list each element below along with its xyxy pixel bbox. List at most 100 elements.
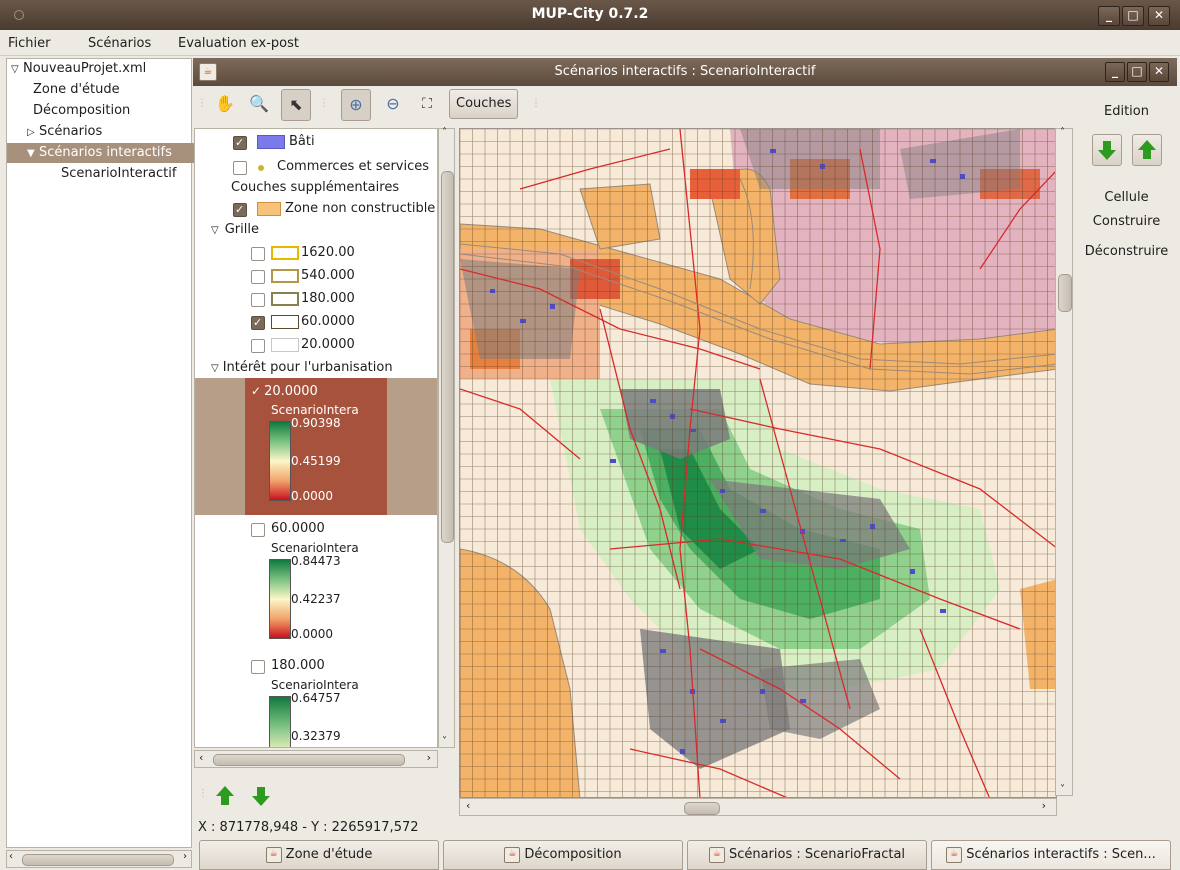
grid-item-1620[interactable]: 1620.00 [195,242,435,264]
tree-item-decomposition[interactable]: Décomposition [33,101,130,121]
green-down-arrow-icon [1098,140,1116,160]
scroll-thumb[interactable] [22,854,174,866]
scroll-right-icon[interactable]: › [1042,799,1046,812]
scroll-thumb[interactable] [213,754,405,766]
commerces-checkbox[interactable] [233,161,247,175]
zoom-lens-icon[interactable]: 🔍 [245,89,273,119]
scroll-thumb[interactable] [441,171,454,543]
scroll-left-icon[interactable]: ‹ [9,851,13,862]
grid-1620-checkbox[interactable] [251,247,265,261]
checked-icon[interactable]: ✓ [251,384,261,398]
tree-expand-icon[interactable]: ▽ [11,60,23,80]
toolbar-grip[interactable]: ⋮ [531,98,541,109]
legend-horizontal-scrollbar[interactable]: ‹ › [194,750,438,768]
scroll-thumb[interactable] [684,802,720,815]
scroll-left-icon[interactable]: ‹ [199,751,203,764]
construct-up-button[interactable] [1132,134,1162,166]
interest-layer-60[interactable]: 60.0000 [195,518,435,540]
tree-item-label: NouveauProjet.xml [23,61,147,76]
grid-item-540[interactable]: 540.000 [195,265,435,287]
scroll-down-icon[interactable]: ˅ [442,736,447,747]
menu-fichier[interactable]: Fichier [8,36,51,51]
collapse-icon[interactable]: ▽ [211,225,219,236]
scroll-left-icon[interactable]: ‹ [466,799,470,812]
zone-nc-swatch [257,202,281,216]
map-canvas[interactable] [459,128,1057,798]
tab-decomposition[interactable]: ☕ Décomposition [443,840,683,870]
maximize-button[interactable]: □ [1122,6,1144,26]
map-vertical-scrollbar[interactable]: ˄ ˅ [1055,127,1073,796]
map-toolbar: ⋮ ✋ 🔍 ⬉ ⋮ ⊕ ⊖ ⛶ Couches ⋮ [193,86,1080,126]
map-horizontal-scrollbar[interactable]: ‹ › [459,798,1057,816]
legend-item-bati[interactable]: Bâti [195,131,435,154]
scroll-up-icon[interactable]: ˄ [442,127,447,138]
zone-nc-checkbox[interactable] [233,199,247,221]
minimize-button[interactable]: _ [1098,6,1120,26]
grid-item-60[interactable]: 60.0000 [195,311,435,334]
collapse-icon[interactable]: ▽ [211,363,219,374]
scroll-up-icon[interactable]: ˄ [1060,127,1065,138]
grid-1620-swatch [271,246,299,260]
pan-icon[interactable]: ✋ [211,89,239,119]
full-extent-icon[interactable]: ⛶ [413,89,441,119]
zoom-out-icon[interactable]: ⊖ [379,89,407,119]
close-button[interactable]: ✕ [1148,6,1170,26]
interest-60-checkbox[interactable] [251,523,265,537]
grid-item-180[interactable]: 180.000 [195,288,435,310]
tab-zone-etude[interactable]: ☕ Zone d'étude [199,840,439,870]
tree-expand-icon[interactable]: ▼ [27,144,39,164]
scroll-thumb[interactable] [1058,274,1072,312]
tree-item-scenario-interactif[interactable]: ScenarioInteractif [61,164,176,184]
internal-frame-title-bar: ☕ Scénarios interactifs : ScenarioIntera… [193,58,1177,86]
menu-evaluation[interactable]: Evaluation ex-post [178,36,299,51]
interest-layer-20[interactable]: ✓ 20.0000 [251,380,318,402]
legend-vertical-scrollbar[interactable]: ˄ ˅ [438,127,455,748]
toolbar-grip[interactable]: ⋮ [319,98,329,109]
interest-layer-180[interactable]: 180.000 [195,655,435,677]
tab-scenarios-fractal[interactable]: ☕ Scénarios : ScenarioFractal [687,840,927,870]
coordinates-status: X : 871778,948 - Y : 2265917,572 [198,820,419,835]
frame-minimize-button[interactable]: _ [1105,62,1125,82]
interest-180-checkbox[interactable] [251,660,265,674]
scroll-down-icon[interactable]: ˅ [1060,784,1065,795]
grid-item-20[interactable]: 20.0000 [195,334,435,356]
toolbar-grip[interactable]: ⋮ [197,98,207,109]
scroll-right-icon[interactable]: › [427,751,431,764]
zoom-in-icon[interactable]: ⊕ [341,89,371,121]
grid-540-checkbox[interactable] [251,270,265,284]
pointer-icon[interactable]: ⬉ [281,89,311,121]
bati-label: Bâti [289,134,315,149]
grid-20-checkbox[interactable] [251,339,265,353]
deconstruire-button[interactable]: Déconstruire [1076,244,1177,259]
tab-scenarios-interactifs[interactable]: ☕ Scénarios interactifs : Scen... [931,840,1171,870]
toolbar-grip[interactable]: ⋮ [198,788,208,799]
couches-button[interactable]: Couches [449,89,519,119]
tree-horizontal-scrollbar[interactable]: ‹ › [6,850,192,868]
layer-up-icon[interactable] [214,784,236,808]
menu-scenarios[interactable]: Scénarios [88,36,151,51]
legend-group-grille[interactable]: ▽ Grille [211,219,259,241]
tree-item-zone-etude[interactable]: Zone d'étude [33,80,120,100]
legend-item-commerces[interactable]: Commerces et services [195,156,437,178]
map-view[interactable] [460,129,1057,798]
layer-down-icon[interactable] [250,784,272,808]
grid-60-checkbox[interactable] [251,312,265,334]
scroll-right-icon[interactable]: › [183,851,187,862]
legend-item-zone-nc[interactable]: Zone non constructible [195,198,437,221]
frame-maximize-button[interactable]: □ [1127,62,1147,82]
bati-checkbox[interactable] [233,132,247,154]
construct-down-button[interactable] [1092,134,1122,166]
tree-expand-icon[interactable]: ▷ [27,123,39,143]
internal-frame-title: Scénarios interactifs : ScenarioInteract… [554,64,816,79]
construire-button[interactable]: Construire [1076,214,1177,229]
tree-item-scenarios[interactable]: ▷ Scénarios [27,122,102,142]
tree-item-project[interactable]: ▽ NouveauProjet.xml [11,59,146,79]
grid-180-checkbox[interactable] [251,293,265,307]
window-title: MUP-City 0.7.2 [531,6,649,22]
interest-180-layer-name: ScenarioIntera [271,678,359,692]
frame-close-button[interactable]: ✕ [1149,62,1169,82]
legend-order-toolbar: ⋮ [194,770,455,818]
tree-item-scenarios-interactifs[interactable]: ▼ Scénarios interactifs [7,143,211,163]
legend-group-interet[interactable]: ▽ Intérêt pour l'urbanisation [211,357,393,379]
interest-60-mid: 0.42237 [291,592,341,606]
